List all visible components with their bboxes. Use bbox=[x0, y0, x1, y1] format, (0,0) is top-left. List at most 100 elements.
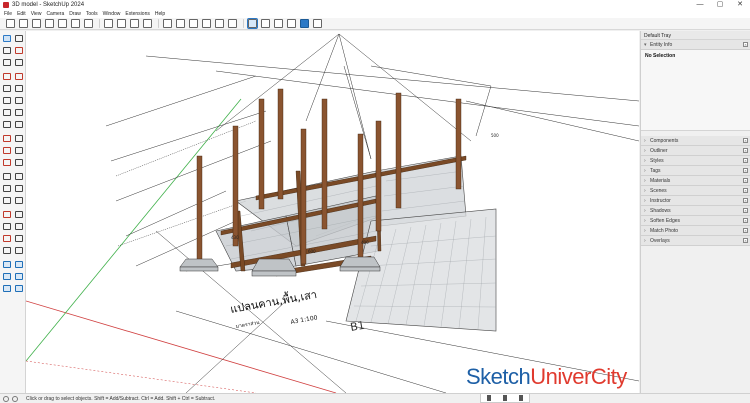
orbit-icon[interactable] bbox=[2, 210, 12, 219]
circle-icon[interactable] bbox=[2, 96, 12, 105]
left-view-icon[interactable] bbox=[228, 19, 237, 28]
zoom-extents-icon[interactable] bbox=[2, 234, 12, 243]
zoom-icon[interactable] bbox=[2, 222, 12, 231]
erase-icon[interactable] bbox=[84, 19, 93, 28]
close-panel-icon[interactable]: × bbox=[743, 148, 748, 153]
extension-warehouse-icon[interactable] bbox=[14, 272, 24, 281]
entity-info-panel-header[interactable]: ▾ Entity Info × bbox=[641, 40, 750, 50]
taskbar-icon[interactable] bbox=[487, 395, 491, 401]
wireframe-icon[interactable] bbox=[261, 19, 270, 28]
model-info-icon[interactable] bbox=[143, 19, 152, 28]
hidden-line-icon[interactable] bbox=[274, 19, 283, 28]
push-pull-icon[interactable] bbox=[14, 134, 24, 143]
line-tool-icon[interactable] bbox=[2, 72, 12, 81]
menu-tools[interactable]: Tools bbox=[86, 11, 98, 17]
front-view-icon[interactable] bbox=[189, 19, 198, 28]
redo-icon[interactable] bbox=[117, 19, 126, 28]
panel-scenes[interactable]: › Scenes × bbox=[641, 186, 750, 196]
menu-camera[interactable]: Camera bbox=[46, 11, 64, 17]
close-panel-icon[interactable]: × bbox=[743, 138, 748, 143]
three-point-arc-icon[interactable] bbox=[14, 120, 24, 129]
select-tool-icon[interactable] bbox=[2, 34, 12, 43]
taskbar-icon[interactable] bbox=[519, 395, 523, 401]
two-point-arc-icon[interactable] bbox=[2, 120, 12, 129]
shaded-icon[interactable] bbox=[287, 19, 296, 28]
arc-icon[interactable] bbox=[2, 108, 12, 117]
menu-window[interactable]: Window bbox=[103, 11, 121, 17]
close-panel-icon[interactable]: × bbox=[743, 208, 748, 213]
offset-icon[interactable] bbox=[14, 158, 24, 167]
zoom-window-icon[interactable] bbox=[14, 222, 24, 231]
close-panel-icon[interactable]: × bbox=[743, 218, 748, 223]
maximize-button[interactable]: ▢ bbox=[710, 0, 730, 10]
pan-icon[interactable] bbox=[14, 210, 24, 219]
panel-outliner[interactable]: › Outliner × bbox=[641, 146, 750, 156]
minimize-button[interactable]: — bbox=[690, 0, 710, 10]
menu-view[interactable]: View bbox=[31, 11, 42, 17]
panel-components[interactable]: › Components × bbox=[641, 136, 750, 146]
shaded-texture-icon[interactable] bbox=[300, 19, 309, 28]
trimble-connect-icon[interactable] bbox=[14, 284, 24, 293]
panel-shadows[interactable]: › Shadows × bbox=[641, 206, 750, 216]
panel-materials[interactable]: › Materials × bbox=[641, 176, 750, 186]
copy-icon[interactable] bbox=[58, 19, 67, 28]
menu-file[interactable]: File bbox=[4, 11, 12, 17]
3d-text-icon[interactable] bbox=[14, 196, 24, 205]
right-view-icon[interactable] bbox=[202, 19, 211, 28]
panel-soften-edges[interactable]: › Soften Edges × bbox=[641, 216, 750, 226]
move-icon[interactable] bbox=[2, 134, 12, 143]
panel-overlays[interactable]: › Overlays × bbox=[641, 236, 750, 246]
close-panel-icon[interactable]: × bbox=[743, 238, 748, 243]
previous-view-icon[interactable] bbox=[14, 234, 24, 243]
new-icon[interactable] bbox=[6, 19, 15, 28]
xray-icon[interactable] bbox=[247, 18, 258, 29]
close-panel-icon[interactable]: × bbox=[743, 198, 748, 203]
cut-icon[interactable] bbox=[45, 19, 54, 28]
credits-icon[interactable] bbox=[12, 395, 18, 402]
close-panel-icon[interactable]: × bbox=[743, 178, 748, 183]
top-view-icon[interactable] bbox=[176, 19, 185, 28]
text-icon[interactable] bbox=[14, 184, 24, 193]
model-viewport[interactable]: แปลนคาน,พื้น,เสา มาตราส่วน A3 1:100 B1 4… bbox=[26, 31, 639, 393]
section-plane-icon[interactable] bbox=[14, 260, 24, 269]
save-icon[interactable] bbox=[32, 19, 41, 28]
close-panel-icon[interactable]: × bbox=[743, 228, 748, 233]
tag-tool-icon[interactable] bbox=[2, 58, 12, 67]
menu-draw[interactable]: Draw bbox=[69, 11, 81, 17]
close-panel-icon[interactable]: × bbox=[743, 188, 748, 193]
eraser-icon[interactable] bbox=[14, 46, 24, 55]
layout-icon[interactable] bbox=[2, 284, 12, 293]
close-panel-icon[interactable]: × bbox=[743, 42, 748, 47]
polygon-icon[interactable] bbox=[14, 96, 24, 105]
rotate-icon[interactable] bbox=[2, 146, 12, 155]
iso-view-icon[interactable] bbox=[163, 19, 172, 28]
pie-icon[interactable] bbox=[14, 108, 24, 117]
panel-match-photo[interactable]: › Match Photo × bbox=[641, 226, 750, 236]
back-view-icon[interactable] bbox=[215, 19, 224, 28]
sandbox-icon[interactable] bbox=[2, 260, 12, 269]
menu-edit[interactable]: Edit bbox=[17, 11, 26, 17]
menu-help[interactable]: Help bbox=[155, 11, 165, 17]
rotated-rectangle-icon[interactable] bbox=[14, 84, 24, 93]
rectangle-icon[interactable] bbox=[2, 84, 12, 93]
component-icon[interactable] bbox=[2, 46, 12, 55]
panel-instructor[interactable]: › Instructor × bbox=[641, 196, 750, 206]
model-canvas[interactable]: แปลนคาน,พื้น,เสา มาตราส่วน A3 1:100 B1 4… bbox=[26, 31, 639, 393]
undo-icon[interactable] bbox=[104, 19, 113, 28]
axes-icon[interactable] bbox=[2, 196, 12, 205]
warehouse-icon[interactable] bbox=[2, 272, 12, 281]
monochrome-icon[interactable] bbox=[313, 19, 322, 28]
freehand-icon[interactable] bbox=[14, 72, 24, 81]
open-icon[interactable] bbox=[19, 19, 28, 28]
panel-styles[interactable]: › Styles × bbox=[641, 156, 750, 166]
microphone-icon[interactable] bbox=[503, 395, 507, 401]
close-panel-icon[interactable]: × bbox=[743, 168, 748, 173]
paint-bucket-icon[interactable] bbox=[14, 58, 24, 67]
scale-icon[interactable] bbox=[2, 158, 12, 167]
close-panel-icon[interactable]: × bbox=[743, 158, 748, 163]
dimension-icon[interactable] bbox=[14, 172, 24, 181]
protractor-icon[interactable] bbox=[2, 184, 12, 193]
position-camera-icon[interactable] bbox=[2, 246, 12, 255]
menu-extensions[interactable]: Extensions bbox=[125, 11, 149, 17]
geo-location-icon[interactable] bbox=[3, 395, 9, 402]
